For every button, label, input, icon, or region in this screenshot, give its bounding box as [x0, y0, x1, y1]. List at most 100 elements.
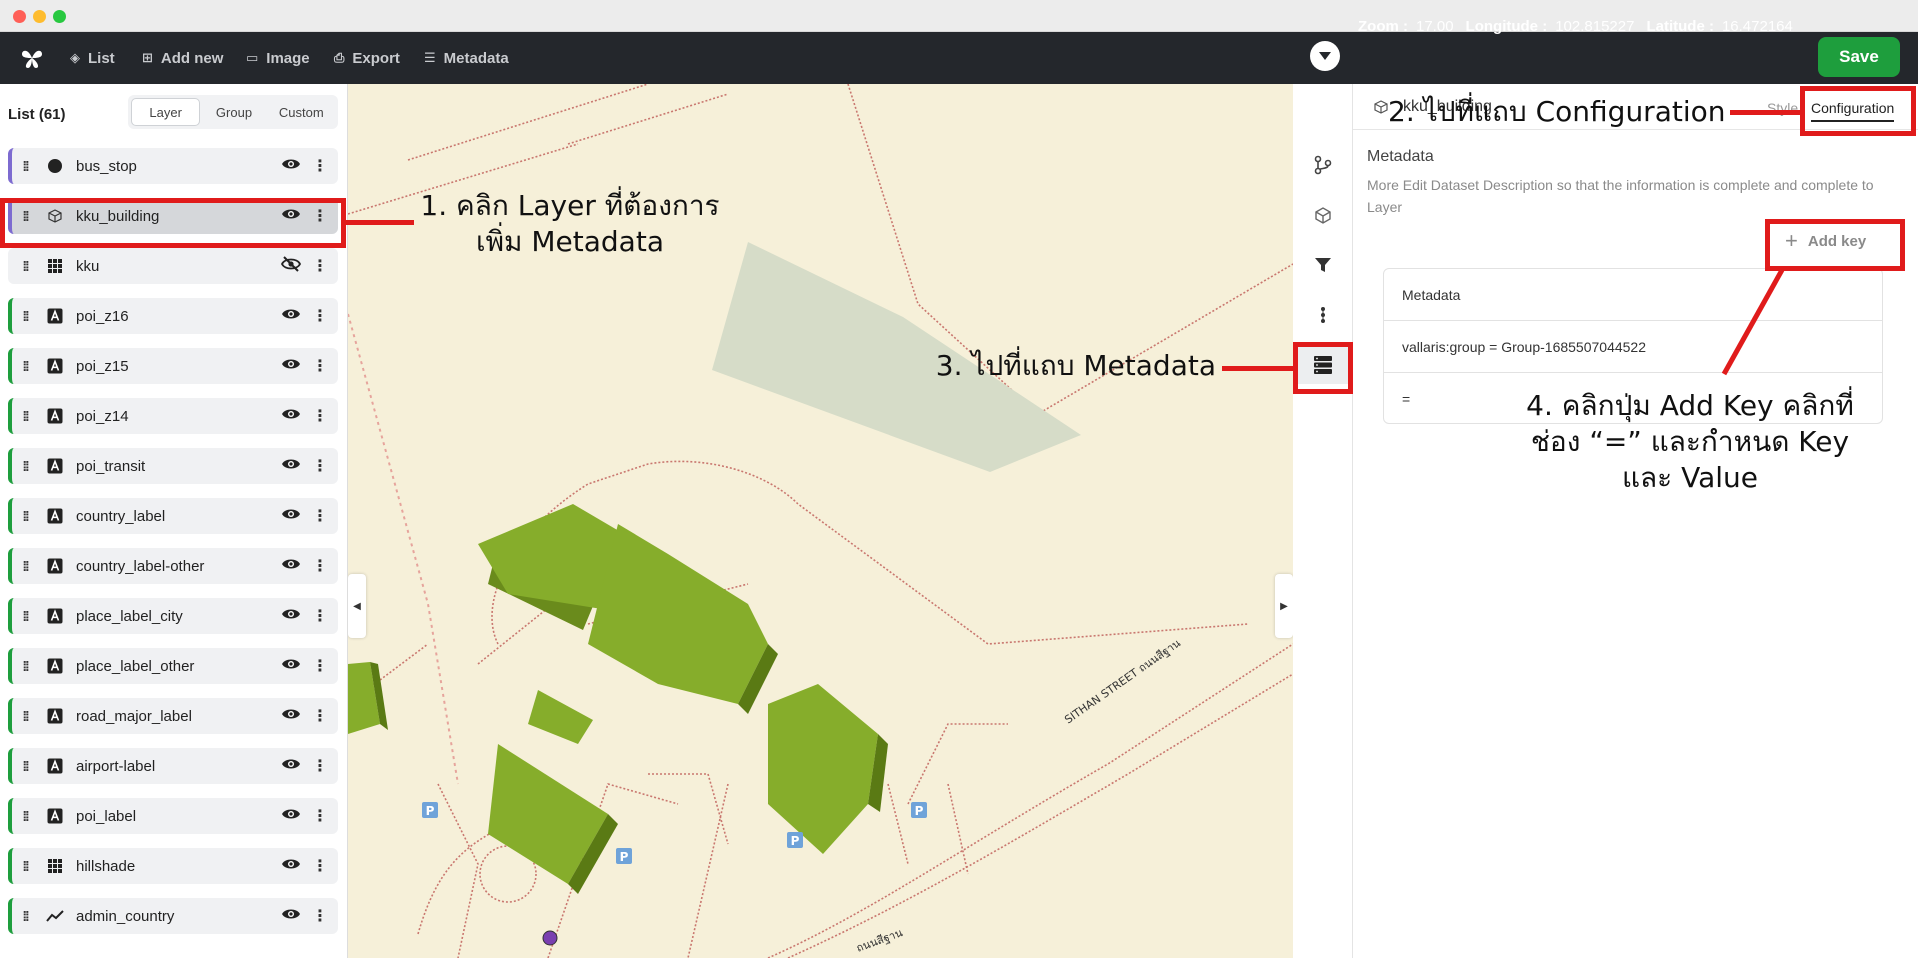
toolbar-image-button[interactable]: ▭ Image: [246, 32, 310, 84]
layer-row-admin_country[interactable]: ⁞⁞ admin_country ⋮: [8, 898, 338, 934]
layer-menu-button[interactable]: ⋮: [312, 856, 328, 876]
layer-row-bus_stop[interactable]: ⁞⁞ bus_stop ⋮: [8, 148, 338, 184]
drag-handle-icon[interactable]: ⁞⁞: [12, 358, 38, 374]
compass-button[interactable]: [1310, 41, 1340, 71]
save-button[interactable]: Save: [1818, 37, 1900, 77]
drag-handle-icon[interactable]: ⁞⁞: [12, 408, 38, 424]
drag-handle-icon[interactable]: ⁞⁞: [12, 858, 38, 874]
eye-icon: [282, 659, 300, 668]
layer-row-place_label_other[interactable]: ⁞⁞ place_label_other ⋮: [8, 648, 338, 684]
layer-row-kku[interactable]: ⁞⁞ kku ⋮: [8, 248, 338, 284]
visibility-toggle[interactable]: [280, 457, 302, 476]
dots-vertical-icon: [1321, 307, 1325, 323]
layer-row-road_major_label[interactable]: ⁞⁞ road_major_label ⋮: [8, 698, 338, 734]
layer-name: place_label_other: [76, 657, 195, 675]
zoom-label: Zoom :: [1358, 17, 1408, 35]
rail-filter-button[interactable]: [1293, 246, 1353, 284]
visibility-toggle[interactable]: [280, 657, 302, 676]
visibility-toggle[interactable]: [280, 807, 302, 826]
app-logo-icon[interactable]: [18, 44, 46, 72]
segment-group[interactable]: Group: [200, 98, 267, 126]
parking-marker: P: [791, 834, 800, 848]
layer-menu-button[interactable]: ⋮: [312, 656, 328, 676]
raster-layer-icon: [48, 259, 62, 273]
layer-menu-button[interactable]: ⋮: [312, 456, 328, 476]
layer-row-poi_label[interactable]: ⁞⁞ poi_label ⋮: [8, 798, 338, 834]
layer-menu-button[interactable]: ⋮: [312, 906, 328, 926]
symbol-layer-icon: [47, 608, 63, 624]
drag-handle-icon[interactable]: ⁞⁞: [12, 608, 38, 624]
layer-menu-button[interactable]: ⋮: [312, 606, 328, 626]
layer-row-country_label-other[interactable]: ⁞⁞ country_label-other ⋮: [8, 548, 338, 584]
drag-handle-icon[interactable]: ⁞⁞: [12, 708, 38, 724]
visibility-toggle[interactable]: [280, 157, 302, 176]
layer-row-poi_transit[interactable]: ⁞⁞ poi_transit ⋮: [8, 448, 338, 484]
layer-menu-button[interactable]: ⋮: [312, 756, 328, 776]
rail-more-button[interactable]: [1293, 296, 1353, 334]
step4-pointer-line: [1721, 268, 1785, 376]
layer-row-place_label_city[interactable]: ⁞⁞ place_label_city ⋮: [8, 598, 338, 634]
layer-menu-button[interactable]: ⋮: [312, 156, 328, 176]
toolbar-export-button[interactable]: ⎙ Export: [334, 32, 400, 84]
layer-menu-button[interactable]: ⋮: [312, 306, 328, 326]
visibility-toggle[interactable]: [280, 255, 302, 277]
circle-layer-icon: [48, 159, 62, 173]
symbol-layer-icon: [47, 808, 63, 824]
symbol-layer-icon: [47, 308, 63, 324]
longitude-label: Longitude :: [1465, 17, 1548, 35]
drag-handle-icon[interactable]: ⁞⁞: [12, 658, 38, 674]
drag-handle-icon[interactable]: ⁞⁞: [12, 458, 38, 474]
layer-row-poi_z16[interactable]: ⁞⁞ poi_z16 ⋮: [8, 298, 338, 334]
layer-menu-button[interactable]: ⋮: [312, 706, 328, 726]
layer-row-hillshade[interactable]: ⁞⁞ hillshade ⋮: [8, 848, 338, 884]
layer-menu-button[interactable]: ⋮: [312, 556, 328, 576]
layer-row-poi_z14[interactable]: ⁞⁞ poi_z14 ⋮: [8, 398, 338, 434]
drag-handle-icon[interactable]: ⁞⁞: [12, 558, 38, 574]
layer-settings-rail: [1293, 84, 1353, 958]
collapse-right-panel-button[interactable]: ▶: [1275, 574, 1293, 638]
latitude-value: 16.472164: [1721, 17, 1793, 35]
toolbar-list-button[interactable]: ◈ List: [70, 32, 115, 84]
visibility-toggle[interactable]: [280, 507, 302, 526]
visibility-toggle[interactable]: [280, 907, 302, 926]
visibility-toggle[interactable]: [280, 357, 302, 376]
symbol-layer-icon: [47, 658, 63, 674]
drag-handle-icon[interactable]: ⁞⁞: [12, 158, 38, 174]
visibility-toggle[interactable]: [280, 307, 302, 326]
layer-menu-button[interactable]: ⋮: [312, 406, 328, 426]
visibility-toggle[interactable]: [280, 557, 302, 576]
layer-row-country_label[interactable]: ⁞⁞ country_label ⋮: [8, 498, 338, 534]
drag-handle-icon[interactable]: ⁞⁞: [12, 808, 38, 824]
close-window-button[interactable]: [13, 10, 26, 23]
visibility-toggle[interactable]: [280, 607, 302, 626]
drag-handle-icon[interactable]: ⁞⁞: [12, 308, 38, 324]
layer-row-poi_z15[interactable]: ⁞⁞ poi_z15 ⋮: [8, 348, 338, 384]
layer-menu-button[interactable]: ⋮: [312, 506, 328, 526]
layer-menu-button[interactable]: ⋮: [312, 256, 328, 276]
printer-icon: ⎙: [334, 50, 345, 65]
segment-custom[interactable]: Custom: [268, 98, 335, 126]
layer-name: road_major_label: [76, 707, 192, 725]
visibility-toggle[interactable]: [280, 757, 302, 776]
visibility-toggle[interactable]: [280, 857, 302, 876]
raster-layer-icon: [48, 859, 62, 873]
layer-menu-button[interactable]: ⋮: [312, 806, 328, 826]
drag-handle-icon[interactable]: ⁞⁞: [12, 508, 38, 524]
drag-handle-icon[interactable]: ⁞⁞: [12, 258, 38, 274]
layer-name: poi_z15: [76, 357, 129, 375]
drag-handle-icon[interactable]: ⁞⁞: [12, 758, 38, 774]
rail-style-button[interactable]: [1293, 196, 1353, 234]
maximize-window-button[interactable]: [53, 10, 66, 23]
rail-source-button[interactable]: [1293, 146, 1353, 184]
visibility-toggle[interactable]: [280, 707, 302, 726]
minimize-window-button[interactable]: [33, 10, 46, 23]
toolbar-metadata-button[interactable]: ☰ Metadata: [424, 32, 509, 84]
drag-handle-icon[interactable]: ⁞⁞: [12, 908, 38, 924]
toolbar-add-new-button[interactable]: ⊞ Add new: [142, 32, 223, 84]
segment-layer[interactable]: Layer: [131, 98, 201, 126]
layer-menu-button[interactable]: ⋮: [312, 356, 328, 376]
visibility-toggle[interactable]: [280, 407, 302, 426]
metadata-row[interactable]: vallaris:group = Group-1685507044522: [1384, 321, 1882, 373]
layer-row-airport-label[interactable]: ⁞⁞ airport-label ⋮: [8, 748, 338, 784]
collapse-left-panel-button[interactable]: ◀: [348, 574, 366, 638]
